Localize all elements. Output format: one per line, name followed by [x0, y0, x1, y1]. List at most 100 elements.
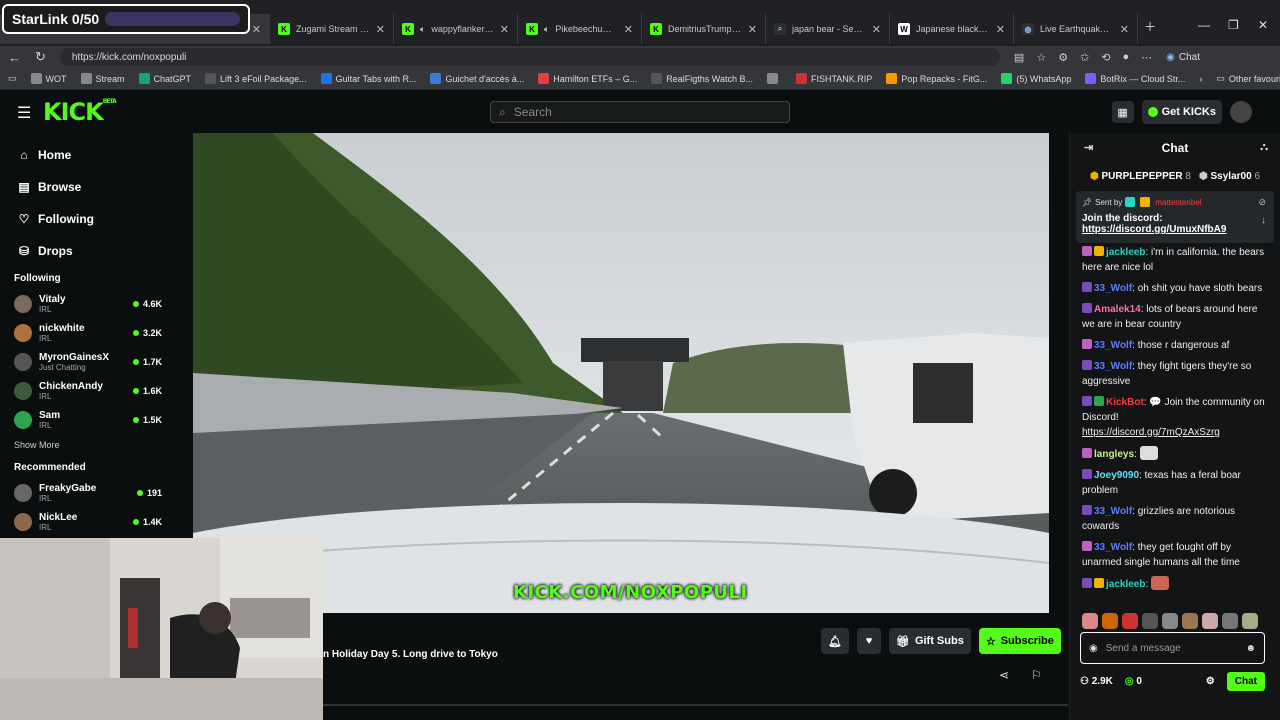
chat-link[interactable]: https://discord.gg/7mQzAxSzrg — [1082, 427, 1220, 438]
leader-entry[interactable]: ⬢ PURPLEPEPPER 8 — [1090, 171, 1191, 182]
sidebar-nav-drops[interactable]: ⛁ Drops — [18, 235, 172, 267]
chat-username[interactable]: 33_Wolf — [1094, 283, 1132, 294]
sidebar-nav-browse[interactable]: ▤ Browse — [18, 171, 172, 203]
channel-item[interactable]: MyronGainesX Just Chatting 1.7K — [0, 347, 172, 376]
restore-icon[interactable]: ❐ — [1228, 18, 1239, 32]
bookmark-item[interactable]: Lift 3 eFoil Package... — [205, 73, 307, 84]
close-tab-icon[interactable]: ✕ — [996, 23, 1005, 36]
back-icon[interactable]: ← — [8, 50, 21, 65]
bookmark-item[interactable] — [766, 73, 782, 84]
reload-icon[interactable]: ↻ — [35, 49, 46, 65]
other-favourites[interactable]: ▭Other favourites — [1216, 73, 1280, 84]
notifications-button[interactable]: 🔔︎ — [821, 628, 849, 654]
close-tab-icon[interactable]: ✕ — [872, 23, 881, 36]
close-tab-icon[interactable]: ✕ — [748, 23, 757, 36]
new-tab-icon[interactable]: ＋ — [1144, 18, 1156, 35]
channel-item[interactable]: FreakyGabe IRL 191 — [0, 478, 172, 507]
browser-tab[interactable]: K 🔈︎ wappyflanker Strea ✕ — [394, 14, 518, 44]
channel-item[interactable]: Sam IRL 1.5K — [0, 405, 172, 434]
multistream-icon[interactable]: ▦ — [1111, 101, 1134, 123]
hamburger-menu-icon[interactable]: ☰ — [17, 103, 31, 123]
favorites-icon[interactable]: ✩ — [1080, 51, 1089, 64]
close-tab-icon[interactable]: ✕ — [1120, 23, 1129, 36]
sidebar-nav-home[interactable]: ⌂ Home — [18, 139, 172, 171]
url-field[interactable]: https://kick.com/noxpopuli — [59, 48, 1000, 66]
search-input[interactable]: ⌕ Search — [490, 101, 790, 123]
chat-username[interactable]: 33_Wolf — [1094, 361, 1132, 372]
get-kicks-button[interactable]: Get KICKs — [1141, 100, 1222, 124]
bookmark-item[interactable]: (5) WhatsApp — [1001, 73, 1071, 84]
bookmark-item[interactable]: Pop Repacks - FitG... — [886, 73, 987, 84]
unpin-icon[interactable]: ⊘ — [1258, 197, 1266, 208]
bookmark-item[interactable]: RealFigths Watch B... — [651, 73, 753, 84]
pinned-link[interactable]: https://discord.gg/UmuxNfbA9 — [1082, 224, 1268, 235]
chat-username[interactable]: Amalek14 — [1094, 304, 1141, 315]
copilot-chat-button[interactable]: ◉ Chat — [1166, 52, 1200, 63]
chat-identity-icon[interactable]: ◉ — [1089, 643, 1098, 654]
channel-item[interactable]: Vitaly IRL 4.6K — [0, 289, 172, 318]
bookmarks-overflow-icon[interactable]: › — [1199, 74, 1202, 84]
browser-tab[interactable]: K DemitriusTrump Stream ✕ — [642, 14, 766, 44]
sidebar-nav-following[interactable]: ♡ Following — [18, 203, 172, 235]
share-icon[interactable]: ⋖ — [999, 668, 1009, 682]
emote-icon[interactable] — [1102, 613, 1118, 629]
subscribe-button[interactable]: ☆ Subscribe — [978, 628, 1061, 654]
chat-username[interactable]: langleys — [1094, 449, 1134, 460]
emote-icon[interactable] — [1202, 613, 1218, 629]
chat-input[interactable]: ◉ Send a message ☻ — [1080, 632, 1265, 664]
send-chat-button[interactable]: Chat — [1226, 671, 1265, 691]
close-window-icon[interactable]: ✕ — [1258, 18, 1268, 32]
follow-button[interactable]: ♥ — [856, 628, 881, 654]
kick-logo[interactable]: KICKBETA — [43, 98, 117, 126]
emote-icon[interactable] — [1122, 613, 1138, 629]
pinned-user[interactable]: mattentenbel — [1155, 198, 1201, 207]
close-tab-icon[interactable]: ✕ — [376, 23, 385, 36]
channel-item[interactable]: nickwhite IRL 3.2K — [0, 318, 172, 347]
emote-icon[interactable] — [1162, 613, 1178, 629]
browser-tab[interactable]: K 🔈︎ Pikebeechum Strea ✕ — [518, 14, 642, 44]
bookmarks-menu-icon[interactable]: ▭ — [8, 73, 17, 84]
bookmark-item[interactable]: Stream — [80, 73, 125, 84]
bookmark-item[interactable]: ChatGPT — [138, 73, 191, 84]
chat-username[interactable]: 33_Wolf — [1094, 506, 1132, 517]
close-tab-icon[interactable]: ✕ — [624, 23, 633, 36]
minimize-icon[interactable]: — — [1198, 18, 1210, 32]
bookmark-item[interactable]: Guichet d'accès à... — [430, 73, 524, 84]
emoji-icon[interactable]: ☻ — [1245, 643, 1256, 654]
chat-username[interactable]: Joey9090 — [1094, 470, 1139, 481]
chat-users-icon[interactable]: ⛬ — [1260, 141, 1268, 154]
extensions-icon[interactable]: ⚙ — [1058, 51, 1068, 64]
channel-item[interactable]: ChickenAndy IRL 1.6K — [0, 376, 172, 405]
expand-pinned-icon[interactable]: ↓ — [1261, 215, 1266, 226]
channel-item[interactable]: NickLee IRL 1.4K — [0, 507, 172, 536]
report-icon[interactable]: ⚐ — [1031, 668, 1042, 682]
close-tab-icon[interactable]: ✕ — [252, 23, 261, 36]
favorite-star-icon[interactable]: ☆ — [1036, 51, 1046, 64]
bookmark-item[interactable]: WOT — [30, 73, 67, 84]
emote-icon[interactable] — [1082, 613, 1098, 629]
emote-icon[interactable] — [1242, 613, 1258, 629]
bookmark-item[interactable]: BotRix — Cloud Str... — [1085, 73, 1185, 84]
close-tab-icon[interactable]: ✕ — [500, 23, 509, 36]
browser-tab[interactable]: ◍ Live Earthquake Tracker ✕ — [1014, 14, 1138, 44]
emote-icon[interactable] — [1142, 613, 1158, 629]
user-avatar[interactable] — [1230, 101, 1252, 123]
chat-settings-icon[interactable]: ⚙ — [1206, 676, 1215, 687]
browser-tab[interactable]: K Zugami Stream - W ✕ — [270, 14, 394, 44]
video-progress-bar[interactable] — [323, 704, 1068, 706]
bookmark-item[interactable]: Guitar Tabs with R... — [320, 73, 416, 84]
chat-username[interactable]: 33_Wolf — [1094, 542, 1132, 553]
chat-username[interactable]: jackleeb — [1106, 247, 1145, 258]
profile-icon[interactable]: ● — [1123, 51, 1130, 64]
chat-username[interactable]: 33_Wolf — [1094, 340, 1132, 351]
emote-icon[interactable] — [1222, 613, 1238, 629]
collapse-chat-icon[interactable]: ⇥ — [1084, 141, 1093, 154]
chat-username[interactable]: jackleeb — [1106, 579, 1145, 590]
bookmark-item[interactable]: FISHTANK.RIP — [795, 73, 872, 84]
browser-tab[interactable]: W Japanese black bear - W ✕ — [890, 14, 1014, 44]
leader-entry[interactable]: ⬢ Ssylar00 6 — [1199, 171, 1260, 182]
chat-username[interactable]: KickBot — [1106, 397, 1144, 408]
show-more-link[interactable]: Show More — [0, 434, 172, 456]
more-icon[interactable]: ⋯ — [1141, 51, 1152, 64]
emote-icon[interactable] — [1182, 613, 1198, 629]
